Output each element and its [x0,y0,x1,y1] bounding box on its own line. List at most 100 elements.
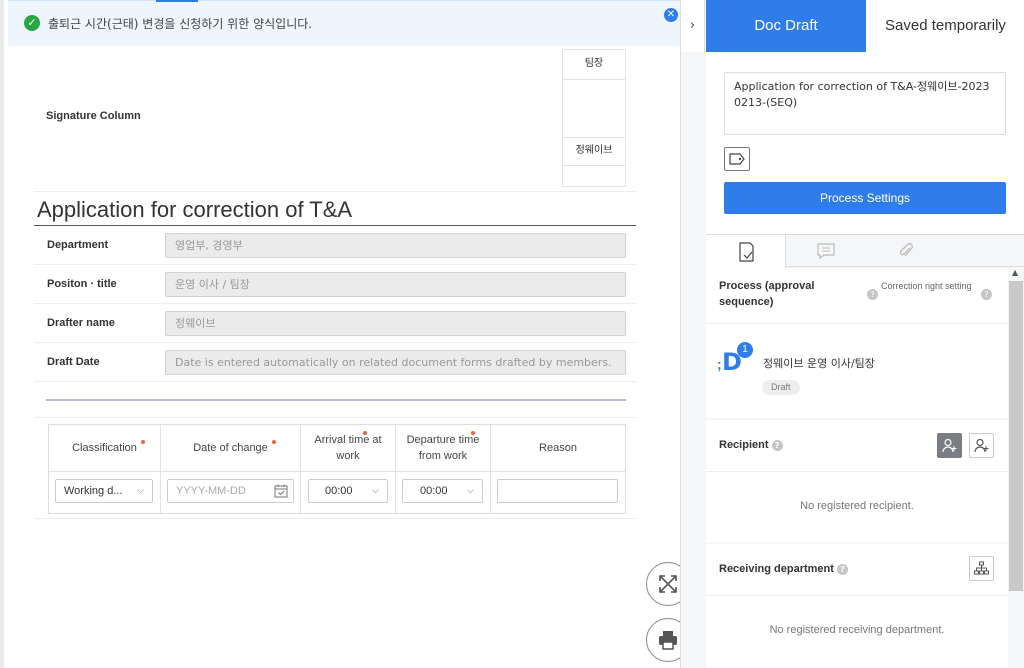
signature-row: Signature Column 팀장 정웨이브 [34,46,636,192]
tag-icon [729,153,745,165]
tab-saved-temporarily[interactable]: Saved temporarily [866,0,1024,52]
approver-name: 정웨이브 운영 이사/팀장 [763,357,875,370]
correction-right-link[interactable]: Correction right setting [881,279,976,294]
collapse-panel-button[interactable]: › [681,0,705,52]
add-user-icon [974,438,989,453]
document-check-icon [738,241,754,262]
required-dot [141,440,145,444]
select-value: 00:00 [325,485,353,497]
departure-time-select[interactable]: 00:00 ⌵ [402,479,483,503]
receiving-header: Receiving department ? [706,544,1008,596]
separator-row [34,382,636,418]
tag-button[interactable] [724,147,750,171]
scroll-thumb[interactable] [1009,281,1023,591]
help-icon[interactable]: ? [771,439,783,451]
recipient-section: Recipient ? No registered recipient. [706,420,1008,542]
date-input[interactable]: YYYY-MM-DD [167,479,294,503]
position-field: 운영 이사 / 팀장 [165,272,626,297]
arrival-time-select[interactable]: 00:00 ⌵ [308,479,388,503]
chevron-down-icon: ⌵ [372,486,379,496]
comment-icon [817,243,835,260]
help-icon[interactable]: ? [867,289,878,300]
signature-stamp-area [563,80,625,138]
field-label: Draft Date [47,356,100,368]
process-header: Process (approval sequence) ? Correction… [706,268,1008,324]
header-departure: Departure time from work [396,425,491,472]
panel-sub-tabs [706,234,1024,268]
recipient-empty-message: No registered recipient. [800,500,914,512]
banner-accent-line [156,0,198,2]
tab-approval[interactable] [706,235,786,268]
classification-select[interactable]: Working d... ⌵ [55,479,153,503]
process-settings-button[interactable]: Process Settings [724,182,1006,214]
help-icon[interactable]: ? [836,563,848,575]
signature-box: 팀장 정웨이브 [562,49,626,187]
field-label: Positon · title [47,278,117,290]
required-dot [272,440,276,444]
recipient-header: Recipient ? [706,420,1008,472]
approver-avatar: D ; 1 [717,342,753,378]
document-form: Signature Column 팀장 정웨이브 Application for… [34,46,636,519]
scroll-up-icon[interactable]: ▲ [1012,268,1018,277]
department-field: 영업부, 경영부 [165,233,626,258]
add-recipient-button[interactable] [937,433,962,458]
signature-role: 팀장 [563,50,625,80]
process-section: Process (approval sequence) ? Correction… [706,268,1008,418]
expand-icon [659,575,677,593]
order-badge: 1 [737,342,753,358]
field-row-drafter: Drafter name 정웨이브 [34,304,636,343]
reason-input[interactable] [497,479,618,503]
info-banner: ✓ 출퇴근 시간(근태) 변경을 신청하기 위한 양식입니다. ✕ [8,0,682,46]
printer-icon [659,631,677,650]
receiving-title: Receiving department [719,563,834,575]
org-chart-button[interactable] [969,556,994,581]
cell-reason [491,472,625,513]
close-icon[interactable]: ✕ [664,8,678,22]
status-badge: Draft [762,380,800,395]
doc-title-input[interactable]: Application for correction of T&A-정웨이브-2… [724,72,1006,135]
signature-name: 정웨이브 [563,138,625,166]
chevron-down-icon: ⌵ [467,486,474,496]
recipient-heading: Recipient ? [719,437,783,453]
chevron-down-icon: ⌵ [137,486,144,496]
header-label: Date of change [193,442,268,454]
select-value: 00:00 [420,485,448,497]
required-dot [471,431,475,435]
receiving-empty-message: No registered receiving department. [769,624,945,636]
draft-date-field: Date is entered automatically on related… [165,350,626,375]
header-classification: Classification [49,425,161,472]
paperclip-icon [899,243,913,257]
calendar-icon[interactable] [274,484,288,506]
field-row-draft-date: Draft Date Date is entered automatically… [34,343,636,382]
add-user-icon [942,438,957,453]
field-label: Drafter name [47,317,115,329]
attendance-table: Classification Date of change Arrival ti… [48,424,626,514]
org-chart-icon [974,561,989,575]
cell-date: YYYY-MM-DD [161,472,301,513]
header-label: Reason [539,442,577,454]
header-label: Classification [72,442,137,454]
document-title: Application for correction of T&A [34,196,636,226]
panel-scrollbar[interactable]: ▲ [1009,267,1023,668]
cell-departure: 00:00 ⌵ [396,472,491,513]
check-circle-icon: ✓ [24,15,40,31]
required-dot [363,431,367,435]
add-cc-button[interactable] [969,433,994,458]
field-label: Department [47,239,109,251]
tab-comments[interactable] [786,235,866,267]
banner-message: 출퇴근 시간(근태) 변경을 신청하기 위한 양식입니다. [48,17,313,31]
header-arrival: Arrival time at work [301,425,396,472]
tab-doc-draft[interactable]: Doc Draft [706,0,866,52]
draft-side-panel: › Doc Draft Saved temporarily Applicatio… [680,0,1024,668]
document-area: ✓ 출퇴근 시간(근태) 변경을 신청하기 위한 양식입니다. ✕ Signat… [0,0,706,668]
field-row-position: Positon · title 운영 이사 / 팀장 [34,265,636,304]
divider [46,399,626,401]
help-icon[interactable]: ? [981,289,992,300]
header-date-of-change: Date of change [161,425,301,472]
signature-label: Signature Column [46,110,141,122]
header-label: Departure time from work [406,434,480,462]
recipient-title: Recipient [719,439,769,451]
app-root: ✓ 출퇴근 시간(근태) 변경을 신청하기 위한 양식입니다. ✕ Signat… [0,0,1024,668]
attendance-table-wrap: Classification Date of change Arrival ti… [34,418,636,519]
tab-attachments[interactable] [866,235,946,267]
